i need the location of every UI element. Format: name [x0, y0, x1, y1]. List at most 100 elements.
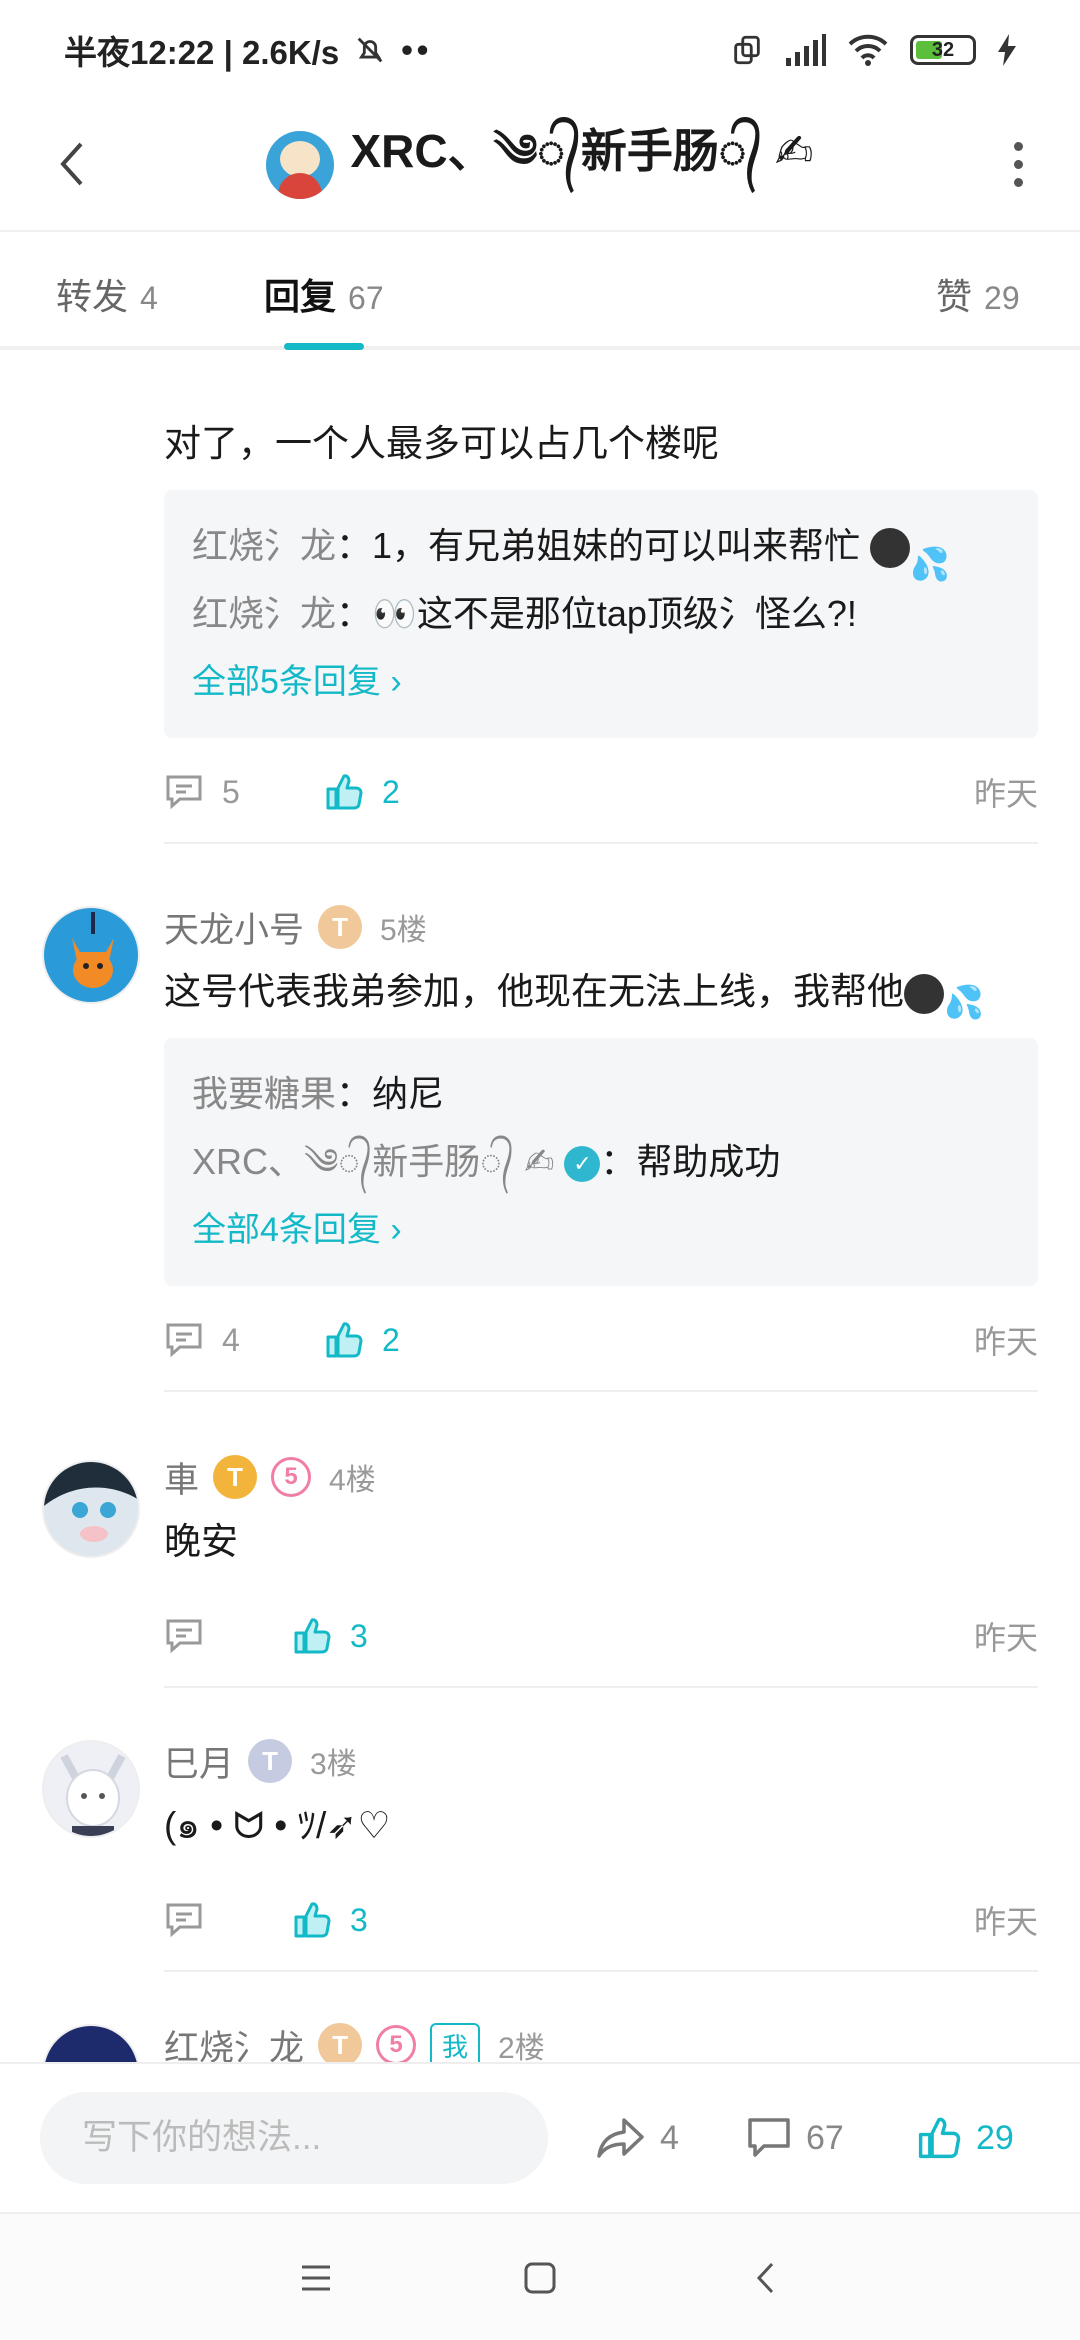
like-post-button[interactable]: 29: [916, 2115, 1014, 2161]
verified-badge-icon: ✓: [564, 1146, 601, 1183]
tab-reposts-label: 转发: [56, 276, 129, 317]
like-button[interactable]: 2: [324, 1320, 400, 1360]
like-button[interactable]: 3: [292, 1616, 368, 1656]
status-bar: 半夜12:22 | 2.6K/s •• 32: [0, 0, 1080, 100]
rotate-lock-icon: [734, 35, 760, 65]
comment-text: 晚安: [164, 1521, 238, 1562]
reply-button[interactable]: 5: [164, 773, 324, 811]
floor-number: 5楼: [380, 914, 427, 947]
reply-author[interactable]: 我要糖果: [192, 1073, 336, 1114]
reply-text: 1，有兄弟姐妹的可以叫来帮忙: [372, 525, 861, 566]
view-all-replies-link[interactable]: 全部4条回复 ›: [192, 1196, 1010, 1264]
comment-bubble-icon: [166, 1619, 202, 1654]
thumbs-up-icon: [326, 1322, 363, 1358]
reply-count: 4: [222, 1321, 240, 1358]
post-author[interactable]: XRC、༄᭄新手肠᭄ ✍: [266, 101, 814, 230]
fox-avatar-icon: [72, 912, 114, 988]
more-options-button[interactable]: [988, 134, 1048, 194]
level-badge-icon: T: [248, 1739, 293, 1783]
home-button[interactable]: [510, 2248, 570, 2308]
tab-replies-count: 67: [348, 280, 384, 316]
back-button[interactable]: [42, 134, 102, 194]
floor-number: 4楼: [329, 1464, 376, 1497]
reply-input[interactable]: [40, 2092, 548, 2184]
comment-time: 昨天: [973, 776, 1038, 812]
author-avatar[interactable]: [266, 131, 335, 199]
back-nav-button[interactable]: [736, 2248, 796, 2308]
view-all-replies-link[interactable]: 全部5条回复 ›: [192, 648, 1010, 716]
comment-bubble-icon: [166, 1323, 202, 1358]
share-arrow-icon: [597, 2118, 644, 2158]
tab-likes[interactable]: 赞 29: [936, 268, 1020, 320]
comment-text: 对了，一个人最多可以占几个楼呢: [164, 423, 719, 464]
menu-icon: [302, 2265, 330, 2291]
like-button[interactable]: 3: [292, 1900, 368, 1940]
comment-bubble-icon: [166, 775, 202, 810]
tab-likes-label: 赞: [936, 276, 973, 317]
dark-face-emoji-icon: [904, 974, 944, 1015]
reply-separator: ：: [600, 1141, 637, 1182]
tab-replies[interactable]: 回复 67: [264, 268, 384, 320]
divider: [164, 1970, 1038, 1972]
avatar[interactable]: [42, 1740, 140, 1838]
user-name[interactable]: 車: [164, 1452, 199, 1503]
home-square-icon: [524, 2262, 556, 2294]
reply-author[interactable]: XRC、༄᭄新手肠᭄ ✍: [192, 1141, 554, 1182]
reply-button[interactable]: [164, 1617, 292, 1655]
share-button[interactable]: 4: [596, 2116, 679, 2160]
reply-text: 👀这不是那位tap顶级氵怪么?!: [372, 593, 857, 634]
comment-actions: 5 2 昨天: [164, 762, 1038, 822]
comment-time: 昨天: [973, 1620, 1038, 1656]
reply-preview[interactable]: 红烧氵龙：1，有兄弟姐妹的可以叫来帮忙 💦 红烧氵龙：👀这不是那位tap顶级氵怪…: [164, 490, 1038, 738]
floor-number: 2楼: [498, 2032, 545, 2062]
dark-face-emoji-icon: [870, 528, 911, 569]
comment-text: (๑ • ᗢ • ﾂ/➶♡: [164, 1805, 391, 1846]
reply-author[interactable]: 红烧氵龙: [192, 593, 336, 634]
user-name[interactable]: 巳月: [164, 1736, 234, 1787]
tab-bar: 转发 4 回复 67 赞 29: [0, 232, 1080, 350]
user-name[interactable]: 天龙小号: [164, 902, 304, 953]
comment-header: 巳月 T 3楼: [164, 1736, 1038, 1786]
avatar[interactable]: [42, 1460, 140, 1558]
comment-time: 昨天: [973, 1324, 1038, 1360]
bottom-action-bar: 4 67 29: [0, 2062, 1080, 2212]
tab-reposts-count: 4: [140, 280, 158, 316]
reply-author[interactable]: 红烧氵龙: [192, 525, 336, 566]
top-bar: XRC、༄᭄新手肠᭄ ✍: [0, 100, 1080, 232]
fan-badge-icon: 5: [271, 1457, 312, 1497]
like-count: 29: [976, 2118, 1014, 2157]
reply-separator: ：: [336, 525, 373, 566]
battery-level: 32: [931, 38, 955, 61]
sweat-drops-emoji-icon: 💦: [910, 546, 950, 583]
tab-replies-label: 回复: [264, 276, 337, 317]
avatar[interactable]: [42, 2024, 140, 2062]
avatar[interactable]: [42, 906, 140, 1004]
level-badge-icon: T: [318, 2023, 363, 2062]
comment-time: 昨天: [973, 1904, 1038, 1940]
comment-header: 红烧氵龙 T 5 我 2楼: [164, 2020, 1038, 2062]
comment-bubble-icon: [166, 1903, 202, 1938]
comment-actions: 3 昨天: [164, 1890, 1038, 1950]
comment-button[interactable]: 67: [746, 2116, 844, 2160]
mute-bell-icon: [357, 37, 383, 63]
reply-line: XRC、༄᭄新手肠᭄ ✍ ✓ ：帮助成功: [192, 1128, 1010, 1196]
reply-preview[interactable]: 我要糖果：纳尼 XRC、༄᭄新手肠᭄ ✍ ✓ ：帮助成功 全部4条回复 ›: [164, 1038, 1038, 1286]
charging-icon: [998, 34, 1016, 66]
sweat-drops-emoji-icon: 💦: [944, 984, 984, 1021]
reply-button[interactable]: 4: [164, 1321, 324, 1359]
comment-header: 車 T 5 4楼: [164, 1452, 1038, 1502]
share-count: 4: [660, 2118, 679, 2157]
reply-list[interactable]: 对了，一个人最多可以占几个楼呢 红烧氵龙：1，有兄弟姐妹的可以叫来帮忙 💦 红烧…: [0, 354, 1080, 2062]
divider: [164, 1390, 1038, 1392]
menu-button[interactable]: [286, 2248, 346, 2308]
like-button[interactable]: 2: [324, 772, 400, 812]
battery-icon: 32: [910, 35, 976, 65]
reply-button[interactable]: [164, 1901, 292, 1939]
active-tab-indicator: [284, 343, 364, 350]
comment-text-content: 这号代表我弟参加，他现在无法上线，我帮他: [164, 971, 904, 1012]
chevron-left-icon: [756, 2262, 774, 2294]
user-name[interactable]: 红烧氵龙: [164, 2020, 304, 2063]
tab-reposts[interactable]: 转发 4: [56, 268, 158, 320]
thumbs-up-icon: [294, 1618, 331, 1654]
page-title: XRC、༄᭄新手肠᭄ ✍: [350, 124, 814, 177]
